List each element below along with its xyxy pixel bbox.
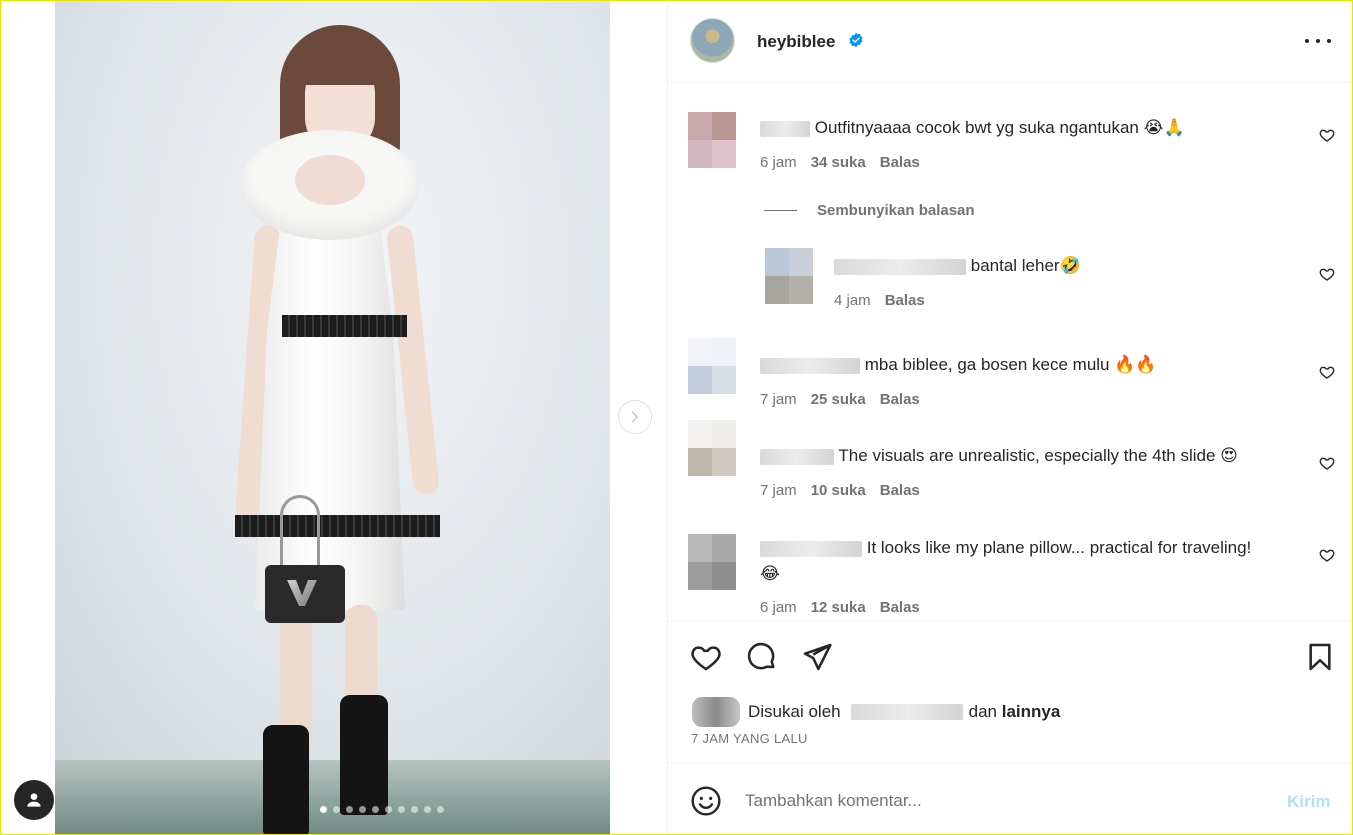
commenter-username[interactable]	[760, 448, 834, 465]
carousel-dot	[359, 806, 366, 813]
comment-text: mba biblee, ga bosen kece mulu 🔥🔥	[864, 355, 1157, 374]
post-comment-button[interactable]: Kirim	[1287, 792, 1330, 812]
hide-replies-toggle[interactable]: Sembunyikan balasan	[764, 202, 975, 219]
comment-likes[interactable]: 25 suka	[811, 391, 866, 408]
reply-button[interactable]: Balas	[880, 482, 920, 499]
verified-badge-icon	[849, 32, 863, 48]
smiley-icon[interactable]	[690, 785, 722, 817]
liker-avatar	[692, 697, 740, 727]
chevron-right-icon	[631, 411, 639, 423]
reply-username[interactable]	[834, 258, 966, 275]
hide-replies-label: Sembunyikan balasan	[817, 202, 975, 219]
post-detail-panel: heybiblee Outfitnyaaaa cocok bwt yg suka…	[667, 0, 1353, 835]
carousel-dot	[437, 806, 444, 813]
carousel-dot	[385, 806, 392, 813]
likes-others-link[interactable]: lainnya	[1002, 702, 1061, 722]
reply-text: bantal leher🤣	[970, 256, 1081, 275]
carousel-next-button[interactable]	[618, 400, 652, 434]
commenter-username[interactable]	[760, 540, 862, 557]
reply-meta: 4 jam Balas	[834, 292, 925, 309]
comment-text: The visuals are unrealistic, especially …	[838, 446, 1238, 465]
carousel-dot	[398, 806, 405, 813]
profile-avatar-button[interactable]	[14, 780, 54, 820]
post-header: heybiblee	[668, 0, 1353, 83]
comment-bubble-icon[interactable]	[746, 641, 778, 673]
post-actions: Disukai oleh dan lainnya 7 JAM YANG LALU	[668, 620, 1353, 763]
comments-list[interactable]: Outfitnyaaaa cocok bwt yg suka ngantukan…	[668, 84, 1353, 620]
comment-likes[interactable]: 12 suka	[811, 599, 866, 616]
comment-like-icon[interactable]	[1319, 455, 1335, 471]
carousel-dot	[320, 806, 327, 813]
carousel-dot	[424, 806, 431, 813]
commenter-username[interactable]	[760, 120, 810, 137]
comment-likes[interactable]: 10 suka	[811, 482, 866, 499]
comment-input[interactable]	[745, 788, 1265, 814]
paper-plane-icon[interactable]	[801, 641, 833, 673]
post-photo[interactable]	[55, 0, 610, 835]
commenter-avatar[interactable]	[688, 534, 736, 590]
divider-line	[764, 210, 797, 211]
heart-icon[interactable]	[690, 641, 722, 673]
reply-like-icon[interactable]	[1319, 266, 1335, 282]
comment-meta: 6 jam 34 suka Balas	[760, 154, 920, 171]
carousel-indicator	[320, 806, 444, 813]
commenter-avatar[interactable]	[688, 420, 736, 476]
comment-time[interactable]: 7 jam	[760, 482, 797, 499]
reply-button[interactable]: Balas	[880, 154, 920, 171]
add-comment-bar: Kirim	[668, 763, 1353, 835]
photo-subject	[225, 25, 465, 835]
comment-like-icon[interactable]	[1319, 364, 1335, 380]
left-gutter	[0, 0, 55, 835]
carousel-dot	[333, 806, 340, 813]
bookmark-icon[interactable]	[1304, 641, 1336, 673]
more-options-button[interactable]	[1305, 31, 1331, 51]
commenter-username[interactable]	[760, 357, 860, 374]
carousel-dot	[346, 806, 353, 813]
reply-avatar[interactable]	[765, 248, 813, 304]
comment-time[interactable]: 6 jam	[760, 154, 797, 171]
more-horizontal-icon	[1305, 39, 1309, 43]
comment-like-icon[interactable]	[1319, 127, 1335, 143]
carousel-dot	[372, 806, 379, 813]
reply-button[interactable]: Balas	[885, 292, 925, 309]
user-icon	[27, 793, 41, 807]
reply-time[interactable]: 4 jam	[834, 292, 871, 309]
comment-meta: 7 jam 25 suka Balas	[760, 391, 920, 408]
commenter-avatar[interactable]	[688, 112, 736, 168]
comment-meta: 6 jam 12 suka Balas	[760, 599, 920, 616]
reply-button[interactable]: Balas	[880, 599, 920, 616]
likes-prefix: Disukai oleh	[748, 702, 841, 721]
likes-middle: dan	[968, 702, 997, 721]
commenter-avatar[interactable]	[688, 338, 736, 394]
carousel-dot	[411, 806, 418, 813]
owner-username[interactable]: heybiblee	[757, 32, 835, 52]
likes-summary[interactable]: Disukai oleh dan lainnya	[692, 697, 1060, 727]
comment-likes[interactable]: 34 suka	[811, 154, 866, 171]
comment-text: Outfitnyaaaa cocok bwt yg suka ngantukan…	[814, 118, 1185, 137]
reply-button[interactable]: Balas	[880, 391, 920, 408]
liker-username[interactable]	[850, 704, 963, 720]
comment-time[interactable]: 7 jam	[760, 391, 797, 408]
comment-time[interactable]: 6 jam	[760, 599, 797, 616]
post-time[interactable]: 7 JAM YANG LALU	[691, 731, 808, 746]
owner-avatar[interactable]	[690, 18, 735, 63]
comment-meta: 7 jam 10 suka Balas	[760, 482, 920, 499]
comment-like-icon[interactable]	[1319, 547, 1335, 563]
